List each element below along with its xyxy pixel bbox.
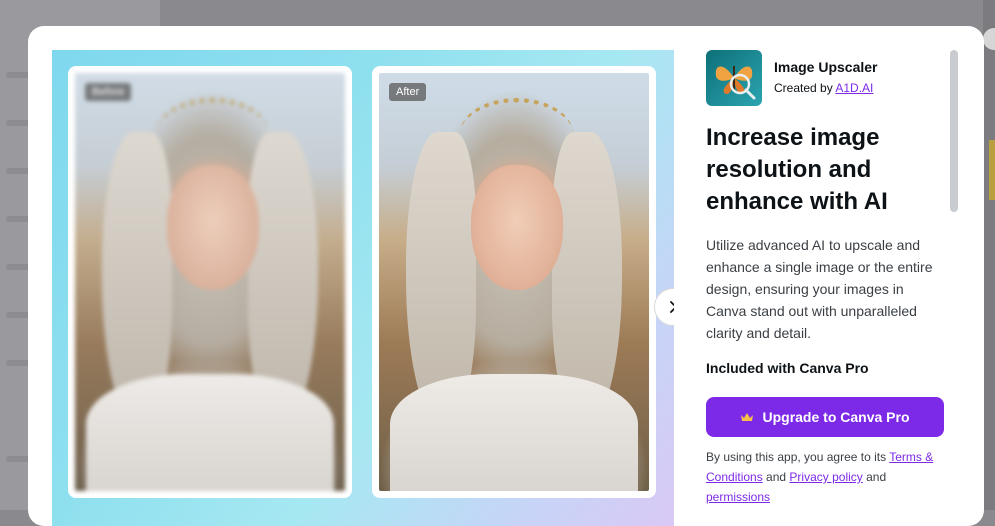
face-shape: [166, 164, 259, 291]
creator-link[interactable]: A1D.AI: [835, 81, 873, 95]
privacy-link[interactable]: Privacy policy: [789, 470, 862, 484]
app-description: Utilize advanced AI to upscale and enhan…: [706, 237, 933, 341]
background-accent: [989, 140, 995, 200]
before-tag: Before: [85, 83, 132, 101]
face-shape: [470, 164, 563, 291]
crown-shape: [460, 98, 574, 170]
legal-notice: By using this app, you agree to its Term…: [706, 447, 946, 507]
after-image-card: After: [372, 66, 656, 498]
crown-icon: [741, 413, 754, 421]
before-image: Before: [75, 73, 345, 491]
plan-note: Included with Canva Pro: [706, 360, 869, 376]
app-creator-line: Created by A1D.AI: [774, 81, 873, 95]
upgrade-button[interactable]: Upgrade to Canva Pro: [706, 397, 944, 437]
panel-scrollbar[interactable]: [950, 50, 958, 212]
app-info-panel: Image Upscaler Created by A1D.AI Increas…: [706, 50, 946, 507]
after-tag: After: [389, 83, 427, 101]
permissions-link[interactable]: permissions: [706, 490, 770, 504]
upgrade-button-label: Upgrade to Canva Pro: [762, 409, 910, 425]
legal-prefix: By using this app, you agree to its: [706, 450, 887, 464]
after-image: After: [379, 73, 649, 491]
before-after-preview: Before After: [52, 50, 674, 526]
app-detail-modal: Before After Image Upscaler Created by A…: [28, 26, 984, 526]
close-icon[interactable]: [983, 28, 995, 50]
crown-shape: [156, 98, 270, 170]
legal-and: and: [866, 470, 887, 484]
created-by-label: Created by: [774, 81, 833, 95]
before-image-card: Before: [68, 66, 352, 498]
app-header: Image Upscaler Created by A1D.AI: [706, 50, 946, 106]
dress-shape: [389, 373, 639, 491]
chevron-right-icon: [670, 301, 674, 313]
dress-shape: [85, 373, 335, 491]
page-title: Increase image resolution and enhance wi…: [706, 124, 888, 215]
background-right-panel: [983, 0, 995, 510]
app-name: Image Upscaler: [774, 59, 878, 75]
legal-and: and: [766, 470, 787, 484]
next-image-button[interactable]: [654, 288, 674, 326]
butterfly-magnifier-icon: [706, 50, 762, 106]
